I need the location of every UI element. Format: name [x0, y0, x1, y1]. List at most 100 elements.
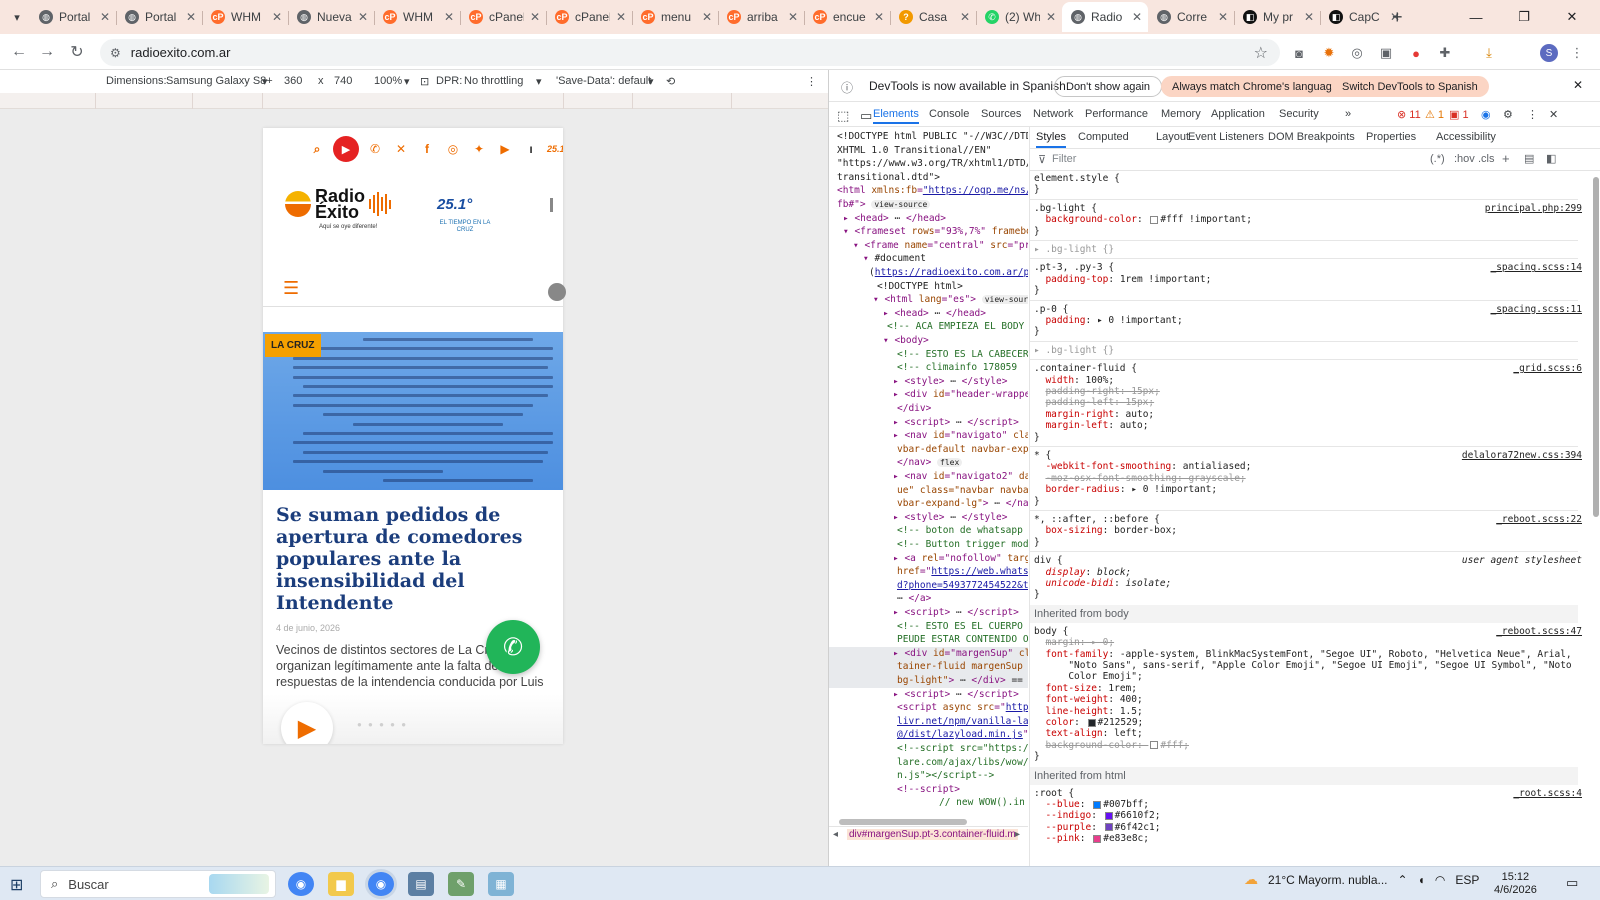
chevron-left-icon[interactable]: ◂ — [833, 829, 838, 840]
more-options-icon[interactable]: ⋮ — [806, 75, 817, 88]
close-tab-icon[interactable]: ✕ — [702, 10, 712, 24]
dom-node-line[interactable]: XHTML 1.0 Transitional//EN" — [837, 144, 991, 158]
dom-node-line[interactable]: ▸ <style> ⋯ </style> — [893, 375, 1007, 389]
dom-node-line[interactable]: <!DOCTYPE html PUBLIC "-//W3C//DTD — [837, 130, 1028, 144]
close-tab-icon[interactable]: ✕ — [960, 10, 970, 24]
css-rule-line[interactable]: } — [1034, 537, 1040, 548]
dom-node-line[interactable]: <!-- ESTO ES LA CABECERA — [897, 348, 1028, 362]
dom-node-line[interactable]: lare.com/ajax/libs/wow/ — [897, 756, 1028, 770]
css-rule-line[interactable]: } — [1034, 589, 1040, 600]
close-tab-icon[interactable]: ✕ — [874, 10, 884, 24]
clock[interactable]: 15:12 4/6/2026 — [1494, 871, 1537, 897]
forward-icon[interactable]: → — [36, 41, 58, 63]
dom-node-line[interactable]: n.js"></script--> — [897, 769, 994, 783]
breadcrumb[interactable]: ◂ div#margenSup.pt-3.container-fluid.m ▸ — [829, 826, 1028, 844]
styles-tab-styles[interactable]: Styles — [1036, 131, 1066, 148]
notification-icon[interactable]: ▭ — [1566, 875, 1578, 891]
dom-node-line[interactable]: ▸ <nav id="navigato2" dat — [893, 470, 1028, 484]
new-rule-icon[interactable]: + — [1502, 151, 1510, 166]
regex-toggle[interactable]: (.*) — [1430, 153, 1445, 165]
file-explorer-icon[interactable]: ▆ — [328, 872, 354, 896]
dom-node-line[interactable]: livr.net/npm/vanilla-la — [897, 715, 1028, 729]
sidebar-toggle-icon[interactable]: ◧ — [1546, 152, 1556, 165]
rule-source-link[interactable]: user agent stylesheet — [1462, 555, 1582, 566]
css-rule-line[interactable]: display: block; — [1034, 567, 1131, 578]
close-tab-icon[interactable]: ✕ — [1218, 10, 1228, 24]
css-rule-line[interactable]: --pink: #e83e8c; — [1034, 833, 1149, 844]
close-tab-icon[interactable]: ✕ — [186, 10, 196, 24]
restore-icon[interactable]: ❐ — [1500, 4, 1548, 30]
dom-node-line[interactable]: ▾ <body> — [883, 334, 929, 348]
rule-source-link[interactable]: delalora72new.css:394 — [1462, 450, 1582, 461]
issue-count[interactable]: ▣ 1 — [1449, 108, 1469, 121]
css-rule-line[interactable]: "Noto Sans", sans-serif, "Apple Color Em… — [1034, 660, 1571, 671]
css-rule-line[interactable]: font-family: -apple-system, BlinkMacSyst… — [1034, 649, 1571, 660]
screenshot-icon[interactable]: ◙ — [1288, 42, 1310, 64]
dom-node-line[interactable]: ⋯ </a> — [897, 592, 931, 606]
css-rule-line[interactable]: padding-left: 15px; — [1034, 397, 1154, 408]
styles-scrollbar[interactable] — [1593, 177, 1599, 517]
devtools-tab-memory[interactable]: Memory — [1161, 108, 1201, 120]
css-rule-line[interactable]: .p-0 { — [1034, 304, 1068, 315]
browser-tab[interactable]: cP cPanel ✕ — [460, 2, 546, 32]
dom-node-line[interactable]: href="https://web.whats — [897, 565, 1028, 579]
browser-tab[interactable]: cP menu ✕ — [632, 2, 718, 32]
windows-start-icon[interactable]: ⊞ — [10, 875, 23, 895]
play-icon[interactable]: ▶ — [281, 702, 333, 744]
css-rule-line[interactable]: :root { — [1034, 788, 1074, 799]
cls-toggle[interactable]: .cls — [1478, 153, 1495, 165]
volume-icon[interactable]: ◖ — [1418, 873, 1425, 887]
dom-node-line[interactable]: <!-- Button trigger moda — [897, 538, 1028, 552]
settings-gear-icon[interactable]: ⚙ — [1503, 108, 1513, 121]
download-icon[interactable]: ⤓ — [1478, 42, 1500, 64]
devtools-tab-console[interactable]: Console — [929, 108, 969, 120]
dom-node-line[interactable]: ▸ <script> ⋯ </script> — [893, 416, 1019, 430]
css-rule-line[interactable]: padding-top: 1rem !important; — [1034, 274, 1211, 285]
styles-tab-dom-breakpoints[interactable]: DOM Breakpoints — [1268, 131, 1355, 143]
chevron-right-icon[interactable]: ▸ — [1015, 829, 1020, 840]
dom-node-line[interactable]: PEUDE ESTAR CONTENIDO O — [897, 633, 1028, 647]
new-tab-button[interactable]: + — [1392, 7, 1403, 28]
height-input[interactable]: 740 — [334, 75, 352, 87]
css-rule-line[interactable]: border-radius: ▸ 0 !important; — [1034, 484, 1217, 495]
css-rule-line[interactable]: Color Emoji"; — [1034, 671, 1142, 682]
extension-badge-icon[interactable]: ● — [1405, 42, 1427, 64]
dom-node-line[interactable]: ▾ <frameset rows="93%,7%" framebor — [843, 225, 1028, 239]
dom-node-line[interactable]: tainer-fluid margenSup — [829, 660, 1028, 674]
browser-tab[interactable]: cP cPanel ✕ — [546, 2, 632, 32]
error-count[interactable]: ⊗ 11 — [1397, 108, 1421, 121]
css-rule-line[interactable]: .bg-light { — [1034, 203, 1097, 214]
browser-tab[interactable]: ◍ Radio ✕ — [1062, 2, 1148, 32]
address-bar[interactable]: ⚙ radioexito.com.ar ☆ — [100, 39, 1280, 66]
css-rule-line[interactable]: line-height: 1.5; — [1034, 706, 1142, 717]
devtools-tab-sources[interactable]: Sources — [981, 108, 1021, 120]
css-rule-line[interactable]: font-size: 1rem; — [1034, 683, 1137, 694]
close-tab-icon[interactable]: ✕ — [1046, 10, 1056, 24]
dom-node-line[interactable]: <!-- ESTO ES EL CUERPO D — [897, 620, 1028, 634]
browser-tab[interactable]: ◧ My pr ✕ — [1234, 2, 1320, 32]
throttle-select[interactable]: No throttling — [464, 75, 523, 87]
dom-node-line[interactable]: vbar-expand-lg"> ⋯ </na — [897, 497, 1028, 511]
devtools-tab-elements[interactable]: Elements — [873, 108, 919, 124]
width-input[interactable]: 360 — [284, 75, 302, 87]
dom-node-line[interactable]: ▸ <script> ⋯ </script> — [893, 688, 1019, 702]
dom-node-line[interactable]: <!-- climainfo 178059 — [897, 361, 1017, 375]
network-icon[interactable]: ◠ — [1435, 873, 1445, 887]
css-rule-line[interactable]: -webkit-font-smoothing: antialiased; — [1034, 461, 1251, 472]
dont-show-again-button[interactable]: Don't show again — [1054, 76, 1163, 97]
css-rule-line[interactable]: } — [1034, 326, 1040, 337]
chrome-active-icon[interactable]: ◉ — [368, 872, 394, 896]
dom-node-line[interactable]: <!-- ACA EMPIEZA EL BODY — [887, 320, 1024, 334]
facebook-icon[interactable]: f — [417, 139, 437, 159]
more-options-icon[interactable]: ⋮ — [1527, 108, 1538, 121]
styles-tab-properties[interactable]: Properties — [1366, 131, 1416, 143]
close-icon[interactable]: ✕ — [1573, 78, 1583, 92]
close-tab-icon[interactable]: ✕ — [1132, 10, 1142, 24]
css-rule-line[interactable]: padding-right: 15px; — [1034, 386, 1159, 397]
twitter-icon[interactable]: ✦ — [469, 139, 489, 159]
chevron-up-icon[interactable]: ⌃ — [1398, 873, 1408, 887]
dom-node-line[interactable]: <html xmlns:fb="https://ogp.me/ns/ — [837, 184, 1028, 198]
rule-source-link[interactable]: _grid.scss:6 — [1513, 363, 1582, 374]
css-rule-line[interactable]: } — [1034, 285, 1040, 296]
browser-tab[interactable]: ◍ Portal ✕ — [30, 2, 116, 32]
